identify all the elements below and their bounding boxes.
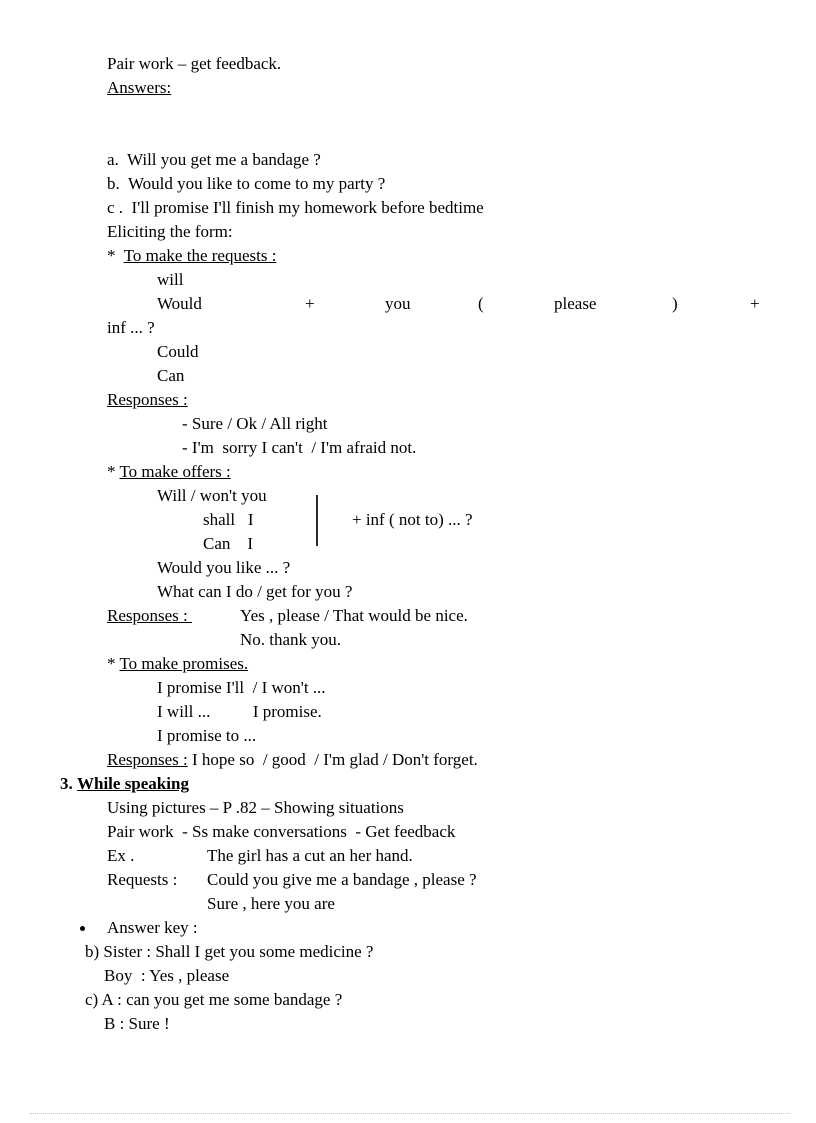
offers-row-2-text: shall I: [203, 510, 254, 529]
offers-response-1: Yes , please / That would be nice.: [240, 606, 468, 625]
promises-row-3: I promise to ...: [157, 726, 257, 745]
while-speaking-heading: 3. While speaking: [0, 772, 816, 796]
promises-star: *: [107, 654, 116, 673]
requests-example-reply: Sure , here you are: [207, 894, 335, 913]
offers-star: *: [107, 462, 116, 481]
offers-pattern-block: Will / won't you shall I + inf ( not to) …: [0, 484, 816, 556]
page-bottom-divider: [30, 1113, 790, 1114]
offers-title: To make offers :: [119, 462, 231, 481]
offers-extra-1: Would you like ... ?: [157, 558, 291, 577]
while-speaking-line-2: Pair work - Ss make conversations - Get …: [107, 822, 456, 841]
while-speaking-number: 3.: [60, 774, 73, 793]
requests-response-2: - I'm sorry I can't / I'm afraid not.: [182, 438, 417, 457]
bullet-icon: [80, 926, 85, 931]
offers-row-3: Can I: [203, 534, 254, 553]
requests-example-row: Requests : Could you give me a bandage , …: [0, 868, 816, 892]
promises-title: To make promises.: [119, 654, 249, 673]
answer-key-b-reply: Boy : Yes , please: [104, 966, 230, 985]
answers-label-text: Answers:: [107, 78, 172, 97]
offers-responses-label: Responses :: [107, 606, 192, 625]
example-row: Ex . The girl has a cut an her hand.: [0, 844, 816, 868]
requests-example-label: Requests :: [107, 870, 178, 889]
answer-key-c-reply: B : Sure !: [104, 1014, 170, 1033]
pattern-would: Would: [157, 294, 202, 313]
pattern-paren-open: (: [478, 294, 484, 313]
answer-item-c: c . I'll promise I'll finish my homework…: [107, 198, 484, 217]
requests-modal-can: Can: [157, 366, 185, 385]
answer-key-c-prompt: c) A : can you get me some bandage ?: [85, 990, 343, 1009]
offers-responses-row-1: Responses : Yes , please / That would be…: [0, 604, 816, 628]
requests-example-reply-row: Sure , here you are: [0, 892, 816, 916]
requests-modal-could: Could: [157, 342, 199, 361]
requests-modal-will: will: [157, 270, 184, 289]
answer-key-bullet-row: Answer key :: [0, 916, 816, 940]
answer-item-b: b. Would you like to come to my party ?: [107, 174, 386, 193]
requests-pattern-wrap: inf ... ?: [107, 318, 155, 337]
answer-item-a: a. Will you get me a bandage ?: [107, 150, 321, 169]
answer-key-label: Answer key :: [107, 918, 198, 937]
pattern-plus-1: +: [305, 294, 315, 313]
requests-example-text: Could you give me a bandage , please ?: [207, 870, 477, 889]
document-page: Pair work – get feedback. Answers: a. Wi…: [0, 0, 816, 1123]
promises-responses-row: Responses : I hope so / good / I'm glad …: [0, 748, 816, 772]
pattern-you: you: [385, 294, 411, 313]
offers-response-2: No. thank you.: [240, 630, 342, 649]
while-speaking-line-1: Using pictures – P .82 – Showing situati…: [107, 798, 404, 817]
requests-star: *: [107, 246, 116, 265]
pattern-please: please: [554, 294, 597, 313]
while-speaking-title: While speaking: [77, 774, 189, 793]
offers-right-text: + inf ( not to) ... ?: [352, 510, 473, 529]
requests-response-1: - Sure / Ok / All right: [182, 414, 328, 433]
offers-heading: * To make offers :: [0, 460, 816, 484]
requests-responses-label: Responses :: [0, 388, 816, 412]
offers-row-2: shall I + inf ( not to) ... ?: [0, 508, 816, 532]
eliciting-heading: Eliciting the form:: [107, 222, 233, 241]
requests-responses-label-text: Responses :: [107, 390, 188, 409]
answers-label: Answers:: [0, 76, 816, 100]
pair-work-line: Pair work – get feedback.: [107, 54, 282, 73]
example-label: Ex .: [107, 846, 135, 865]
requests-pattern-row: Would + you ( please ) +: [0, 292, 816, 316]
promises-responses-label: Responses :: [107, 750, 188, 769]
document-body: Pair work – get feedback. Answers: a. Wi…: [0, 52, 816, 1036]
answer-key-b-prompt: b) Sister : Shall I get you some medicin…: [85, 942, 374, 961]
promises-row-1: I promise I'll / I won't ...: [157, 678, 326, 697]
offers-responses-row-2: No. thank you.: [0, 628, 816, 652]
promises-row-2: I will ... I promise.: [157, 702, 322, 721]
example-text: The girl has a cut an her hand.: [207, 846, 413, 865]
offers-row-1: Will / won't you: [157, 486, 267, 505]
promises-responses-text: I hope so / good / I'm glad / Don't forg…: [187, 750, 478, 769]
pattern-plus-2: +: [750, 294, 760, 313]
pattern-paren-close: ): [672, 294, 678, 313]
offers-extra-2: What can I do / get for you ?: [157, 582, 353, 601]
requests-title: To make the requests :: [123, 246, 277, 265]
promises-heading: * To make promises.: [0, 652, 816, 676]
requests-heading: * To make the requests :: [0, 244, 816, 268]
